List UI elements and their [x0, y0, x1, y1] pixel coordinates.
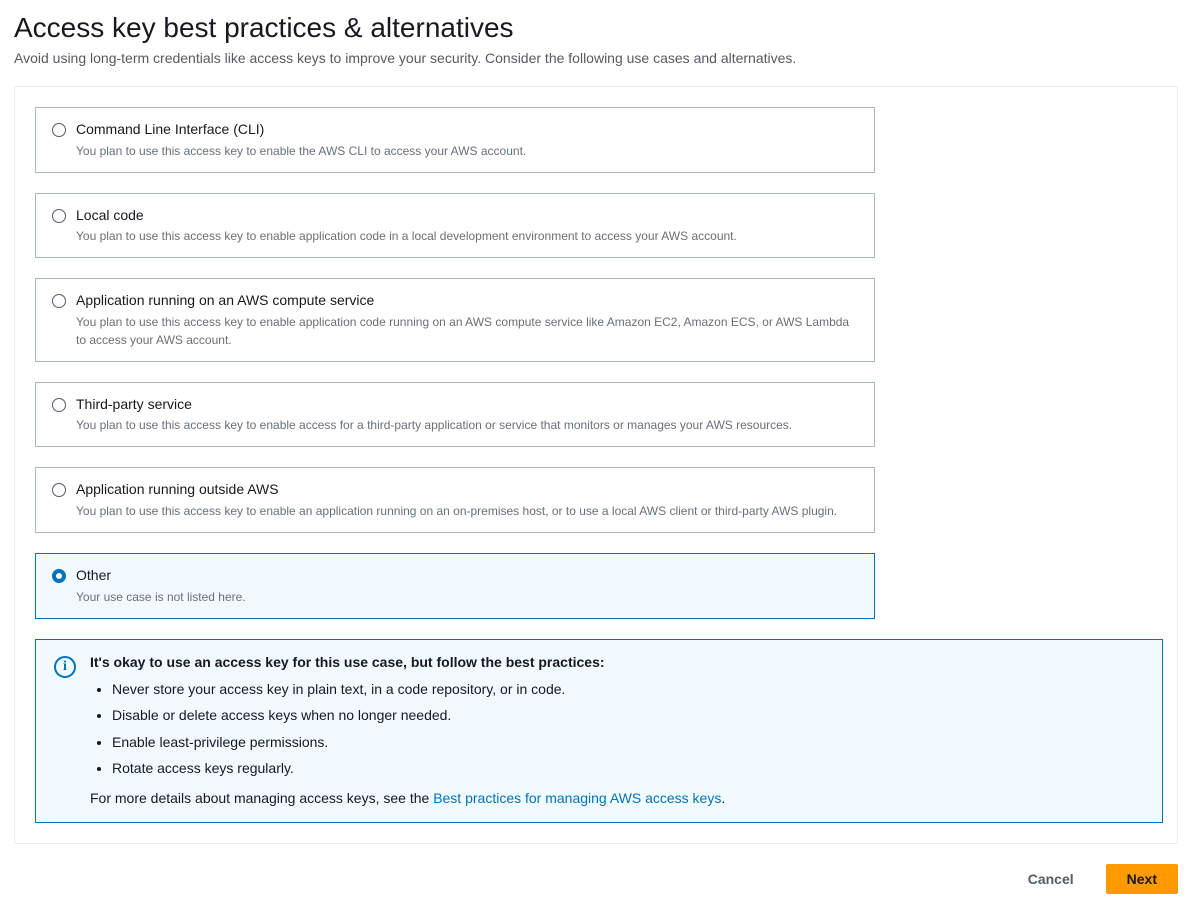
- info-box-title: It's okay to use an access key for this …: [90, 654, 1144, 670]
- info-bullet: Disable or delete access keys when no lo…: [112, 702, 1144, 729]
- cancel-button[interactable]: Cancel: [1008, 864, 1094, 894]
- next-button[interactable]: Next: [1106, 864, 1178, 894]
- info-icon: i: [54, 656, 76, 678]
- button-row: Cancel Next: [14, 864, 1178, 894]
- radio-title: Local code: [76, 206, 858, 226]
- info-box: i It's okay to use an access key for thi…: [35, 639, 1163, 823]
- radio-desc: You plan to use this access key to enabl…: [76, 142, 858, 160]
- radio-option-aws-compute[interactable]: Application running on an AWS compute se…: [35, 278, 875, 362]
- radio-option-third-party[interactable]: Third-party service You plan to use this…: [35, 382, 875, 448]
- radio-desc: You plan to use this access key to enabl…: [76, 502, 858, 520]
- info-bullet: Never store your access key in plain tex…: [112, 676, 1144, 703]
- radio-icon: [52, 294, 66, 308]
- radio-desc: You plan to use this access key to enabl…: [76, 313, 858, 349]
- info-bullet: Enable least-privilege permissions.: [112, 729, 1144, 756]
- info-footer: For more details about managing access k…: [90, 790, 1144, 806]
- radio-option-cli[interactable]: Command Line Interface (CLI) You plan to…: [35, 107, 875, 173]
- radio-icon: [52, 569, 66, 583]
- page-title: Access key best practices & alternatives: [14, 12, 1178, 44]
- radio-option-local-code[interactable]: Local code You plan to use this access k…: [35, 193, 875, 259]
- info-list: Never store your access key in plain tex…: [90, 676, 1144, 782]
- radio-desc: Your use case is not listed here.: [76, 588, 858, 606]
- radio-desc: You plan to use this access key to enabl…: [76, 416, 858, 434]
- options-panel: Command Line Interface (CLI) You plan to…: [14, 86, 1178, 844]
- radio-title: Application running on an AWS compute se…: [76, 291, 858, 311]
- info-bullet: Rotate access keys regularly.: [112, 755, 1144, 782]
- radio-title: Application running outside AWS: [76, 480, 858, 500]
- radio-icon: [52, 483, 66, 497]
- radio-option-outside-aws[interactable]: Application running outside AWS You plan…: [35, 467, 875, 533]
- radio-icon: [52, 398, 66, 412]
- best-practices-link[interactable]: Best practices for managing AWS access k…: [433, 790, 721, 806]
- radio-title: Third-party service: [76, 395, 858, 415]
- page-subtitle: Avoid using long-term credentials like a…: [14, 50, 1178, 66]
- radio-title: Command Line Interface (CLI): [76, 120, 858, 140]
- radio-icon: [52, 123, 66, 137]
- info-footer-prefix: For more details about managing access k…: [90, 790, 433, 806]
- radio-title: Other: [76, 566, 858, 586]
- info-footer-suffix: .: [721, 790, 725, 806]
- radio-desc: You plan to use this access key to enabl…: [76, 227, 858, 245]
- radio-icon: [52, 209, 66, 223]
- radio-option-other[interactable]: Other Your use case is not listed here.: [35, 553, 875, 619]
